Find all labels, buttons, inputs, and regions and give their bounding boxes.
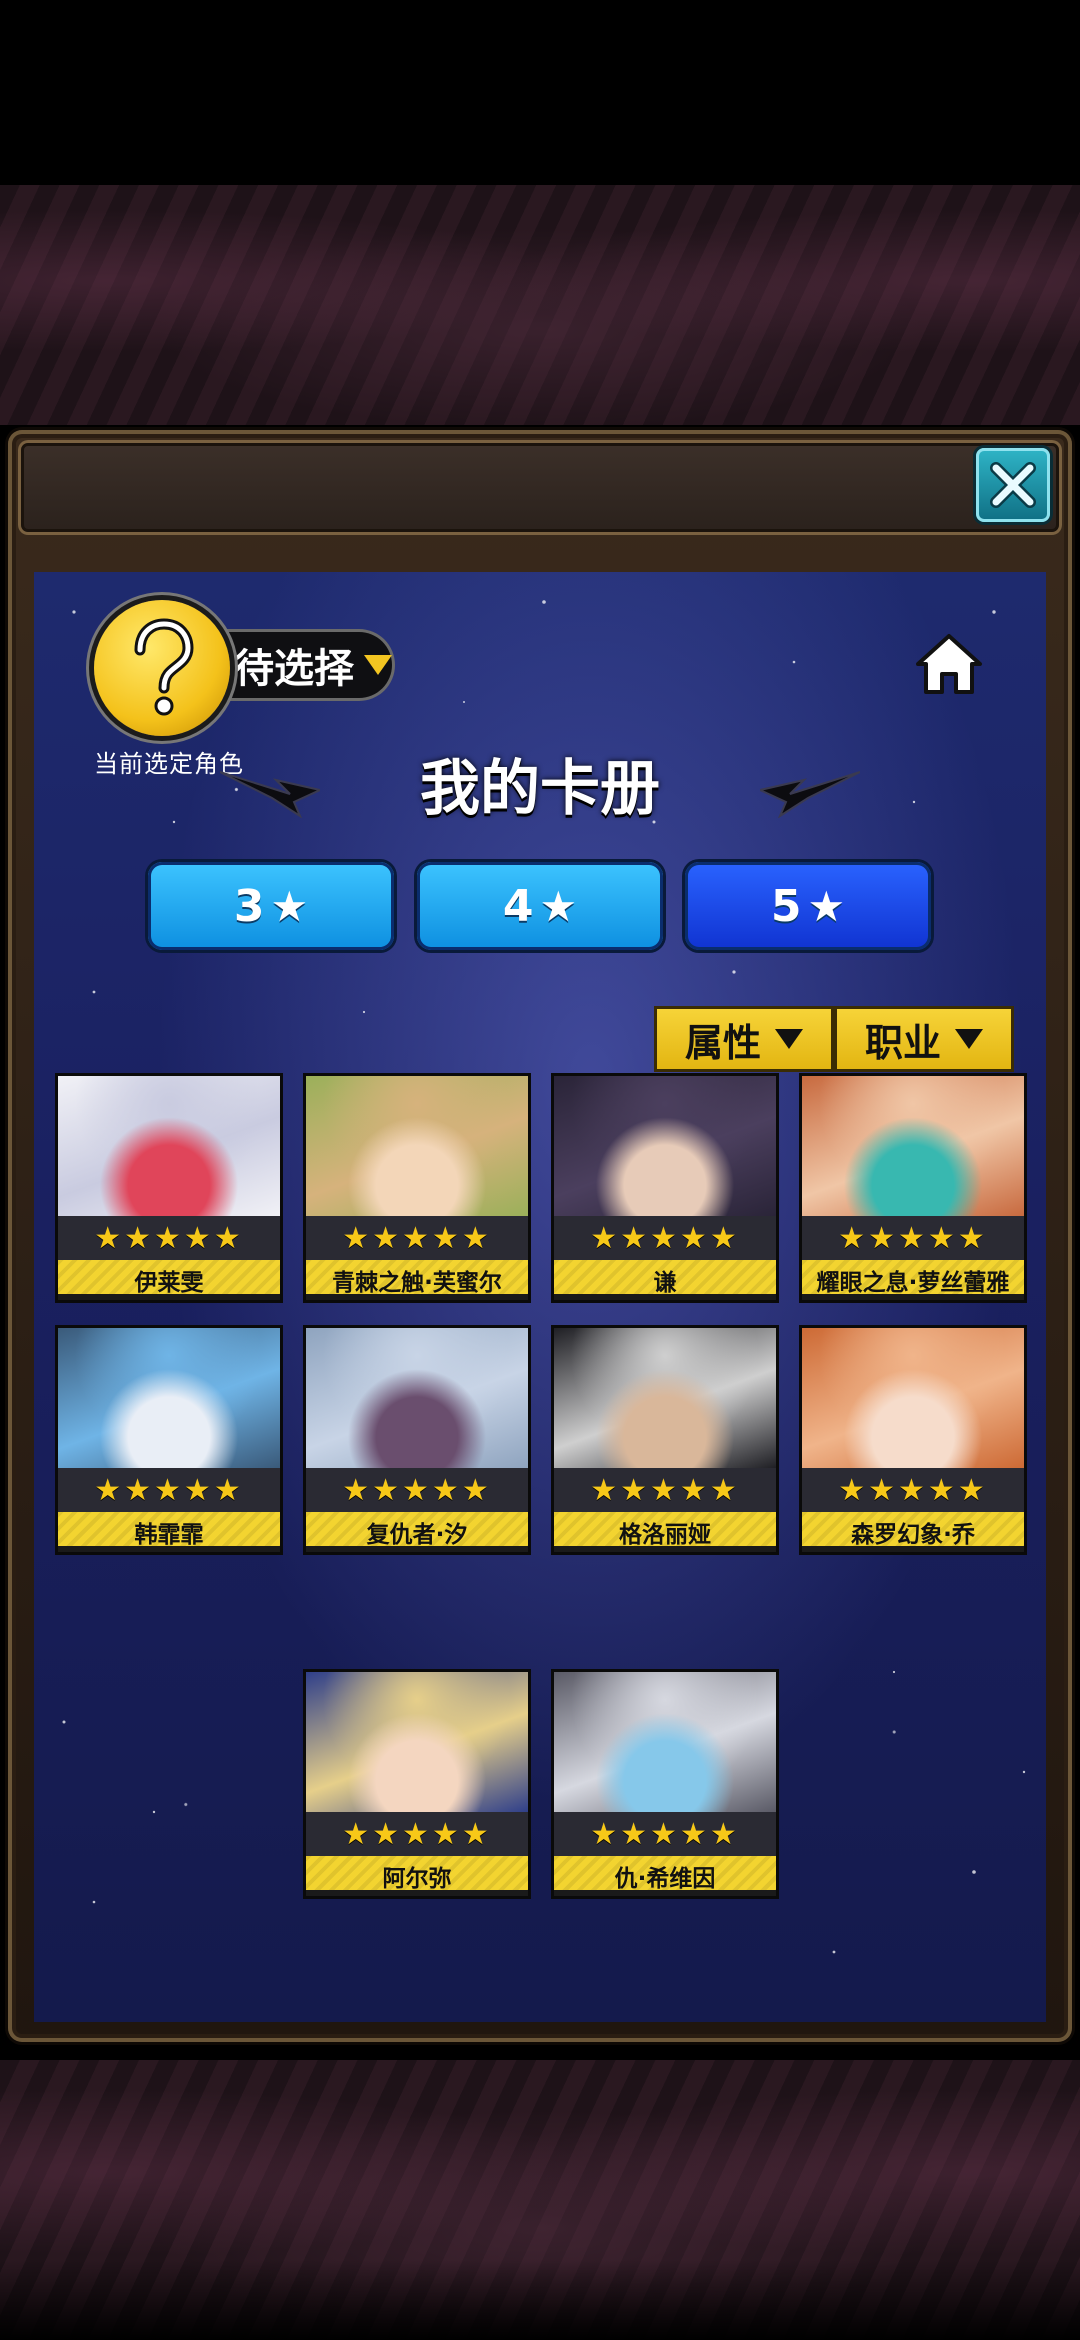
character-card[interactable]: ★★★★★ 格洛丽娅 (554, 1328, 776, 1552)
job-filter-dropdown[interactable]: 职业 (834, 1006, 1014, 1072)
character-card[interactable]: ★★★★★ 阿尔弥 (306, 1672, 528, 1896)
tab-5-star-label: 5 (770, 880, 802, 932)
character-card[interactable]: ★★★★★ 青棘之触·芙蜜尔 (306, 1076, 528, 1300)
character-card[interactable]: ★★★★★ 仇·希维因 (554, 1672, 776, 1896)
tab-4-star-label: 4 (502, 880, 534, 932)
star-rating: ★★★★★ (58, 1468, 280, 1512)
close-button[interactable] (976, 448, 1050, 522)
star-icon: ★ (270, 881, 309, 931)
character-name: 青棘之触·芙蜜尔 (306, 1260, 528, 1300)
character-name: 格洛丽娅 (554, 1512, 776, 1552)
selected-character-label: 待选择 (234, 646, 354, 692)
character-card[interactable]: ★★★★★ 谦 (554, 1076, 776, 1300)
character-name: 仇·希维因 (554, 1856, 776, 1896)
character-portrait (554, 1672, 776, 1812)
character-portrait (58, 1076, 280, 1216)
character-card[interactable]: ★★★★★ 森罗幻象·乔 (802, 1328, 1024, 1552)
star-rating: ★★★★★ (58, 1216, 280, 1260)
selected-character-slot[interactable] (94, 600, 230, 736)
character-portrait (58, 1328, 280, 1468)
character-portrait (554, 1076, 776, 1216)
star-rating: ★★★★★ (306, 1216, 528, 1260)
chevron-down-icon (955, 1029, 983, 1049)
star-rating: ★★★★★ (554, 1812, 776, 1856)
background-ornament-top (0, 185, 1080, 425)
character-portrait (306, 1672, 528, 1812)
chevron-down-icon (775, 1029, 803, 1049)
star-rating: ★★★★★ (802, 1216, 1024, 1260)
character-card[interactable]: ★★★★★ 复仇者·汐 (306, 1328, 528, 1552)
star-rating: ★★★★★ (802, 1468, 1024, 1512)
chevron-down-icon (364, 655, 392, 675)
tab-3-star[interactable]: 3 ★ (148, 862, 394, 950)
home-button[interactable] (914, 632, 984, 696)
home-icon (916, 634, 982, 694)
character-portrait (306, 1328, 528, 1468)
character-card[interactable]: ★★★★★ 耀眼之息·萝丝蕾雅 (802, 1076, 1024, 1300)
tab-4-star[interactable]: 4 ★ (417, 862, 663, 950)
job-filter-label: 职业 (864, 1020, 941, 1065)
star-icon: ★ (539, 881, 578, 931)
star-rating: ★★★★★ (554, 1468, 776, 1512)
star-rating: ★★★★★ (306, 1812, 528, 1856)
page-title: 我的卡册 (420, 754, 660, 824)
character-name: 耀眼之息·萝丝蕾雅 (802, 1260, 1024, 1300)
attribute-filter-label: 属性 (684, 1020, 761, 1065)
character-name: 伊莱雯 (58, 1260, 280, 1300)
close-icon (990, 462, 1036, 508)
dialog-title-bar (18, 440, 1062, 535)
character-name: 谦 (554, 1260, 776, 1300)
character-card[interactable]: ★★★★★ 伊莱雯 (58, 1076, 280, 1300)
tab-3-star-label: 3 (233, 880, 265, 932)
question-mark-icon (134, 618, 194, 716)
character-name: 复仇者·汐 (306, 1512, 528, 1552)
tab-5-star[interactable]: 5 ★ (685, 862, 931, 950)
attribute-filter-dropdown[interactable]: 属性 (654, 1006, 834, 1072)
star-rating: ★★★★★ (306, 1468, 528, 1512)
character-name: 韩霏霏 (58, 1512, 280, 1552)
card-album-panel: 待选择 当前选定角色 我的卡册 3 ★ 4 ★ 5 ★ 属性 职业 ★★★★★ 伊莱雯… (34, 572, 1046, 2022)
character-name: 阿尔弥 (306, 1856, 528, 1896)
character-card[interactable]: ★★★★★ 韩霏霏 (58, 1328, 280, 1552)
background-ornament-bottom (0, 2060, 1080, 2340)
character-portrait (802, 1076, 1024, 1216)
character-portrait (306, 1076, 528, 1216)
character-portrait (554, 1328, 776, 1468)
character-portrait (802, 1328, 1024, 1468)
star-rating: ★★★★★ (554, 1216, 776, 1260)
status-bar-area (0, 0, 1080, 185)
character-name: 森罗幻象·乔 (802, 1512, 1024, 1552)
star-icon: ★ (807, 881, 846, 931)
